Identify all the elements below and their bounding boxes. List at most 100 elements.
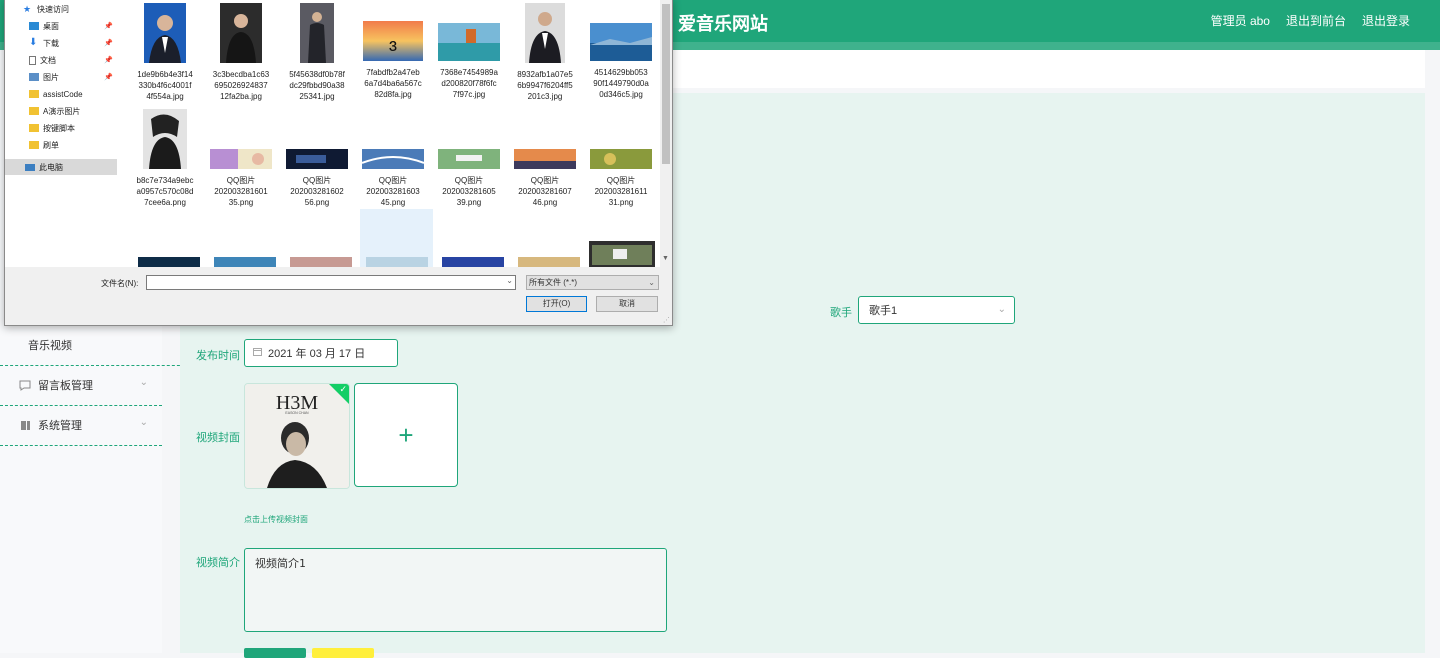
- sidebar-item-music-video[interactable]: 音乐视频: [0, 325, 190, 366]
- cover-upload-button[interactable]: +: [354, 383, 458, 487]
- nav-folder-scripts[interactable]: 按键脚本: [5, 120, 117, 136]
- file-thumbnail[interactable]: [214, 257, 276, 267]
- file-item[interactable]: QQ图片 202003281611 31.png: [583, 109, 658, 208]
- nav-label: 下载: [43, 38, 59, 48]
- cancel-button[interactable]: 取消: [596, 296, 658, 312]
- back-to-front-link[interactable]: 退出到前台: [1286, 12, 1346, 29]
- resize-grip-icon[interactable]: ⋰: [663, 316, 670, 324]
- description-textarea[interactable]: 视频简介1: [244, 548, 667, 632]
- sidebar-item-system[interactable]: 系统管理 ⌄: [0, 405, 162, 446]
- chevron-down-icon: ⌄: [139, 417, 148, 428]
- file-item[interactable]: QQ图片 202003281605 39.png: [431, 109, 507, 208]
- picture-icon: [29, 73, 39, 81]
- nav-folder-demo-images[interactable]: A演示图片: [5, 103, 117, 119]
- file-name-line: 31.png: [608, 198, 634, 207]
- release-date-input[interactable]: 2021 年 03 月 17 日: [244, 339, 398, 367]
- nav-this-pc[interactable]: 此电脑: [5, 159, 117, 175]
- nav-downloads[interactable]: ⬇ 下载 📌: [5, 35, 117, 51]
- file-item[interactable]: b8c7e734a9ebc a0957c570c08d 7cee6a.png: [127, 109, 203, 208]
- chevron-down-icon: ⌄: [139, 377, 148, 388]
- folder-icon: [29, 107, 39, 115]
- singer-select[interactable]: 歌手1 ⌄: [858, 296, 1015, 324]
- pin-icon: 📌: [104, 40, 113, 47]
- file-name-line: QQ图片: [302, 176, 332, 185]
- nav-folder-orders[interactable]: 刷单: [5, 137, 117, 153]
- file-item[interactable]: QQ图片 202003281602 56.png: [279, 109, 355, 208]
- file-type-value: 所有文件 (*.*): [529, 278, 577, 287]
- file-thumbnail[interactable]: [366, 257, 428, 267]
- folder-icon: [29, 90, 39, 98]
- file-name-line: 5f45638df0b78f: [289, 70, 345, 79]
- submit-button[interactable]: [244, 648, 306, 658]
- chevron-down-icon: ⌄: [648, 278, 655, 287]
- sidebar-item-message-board[interactable]: 留言板管理 ⌄: [0, 365, 162, 406]
- file-name-line: 202003281607: [518, 187, 572, 196]
- plus-icon: +: [398, 419, 414, 450]
- file-thumbnail: [438, 23, 500, 61]
- file-thumbnail[interactable]: [290, 257, 352, 267]
- scroll-up-icon[interactable]: ▲: [662, 0, 669, 2]
- file-name-line: a0957c570c08d: [136, 187, 194, 196]
- file-item[interactable]: 4514629bb053 90f1449790d0a 0d346c5.jpg: [583, 3, 658, 100]
- dialog-footer: 文件名(N): ⌄ 所有文件 (*.*) ⌄ 打开(O) 取消 ⋰: [5, 267, 672, 325]
- nav-desktop[interactable]: 桌面 📌: [5, 18, 117, 34]
- nav-documents[interactable]: 文档 📌: [5, 52, 117, 68]
- file-item[interactable]: QQ图片 202003281607 46.png: [507, 109, 583, 208]
- file-name-line: 202003281601: [214, 187, 268, 196]
- file-thumbnail: [525, 3, 565, 63]
- file-name-line: QQ图片: [226, 176, 256, 185]
- sidebar-item-label: 留言板管理: [38, 380, 93, 392]
- file-name-line: 3c3becdba1c63: [212, 70, 270, 79]
- file-item[interactable]: ɜ 7fabdfb2a47eb 6a7d4ba6a567c 82d8fa.jpg: [355, 3, 431, 100]
- document-icon: [29, 55, 36, 65]
- star-icon: ★: [23, 4, 32, 14]
- cancel-form-button[interactable]: [312, 648, 374, 658]
- cover-thumbnail[interactable]: H3M EASON CHAN ✓: [244, 383, 350, 489]
- release-date-value: 2021 年 03 月 17 日: [268, 348, 366, 360]
- file-thumbnail: [361, 149, 425, 169]
- file-name-line: 46.png: [532, 198, 558, 207]
- file-thumbnail: [300, 3, 334, 63]
- file-item[interactable]: 3c3becdba1c63 695026924837 12fa2ba.jpg: [203, 3, 279, 102]
- site-title: 爱音乐网站: [678, 14, 768, 34]
- file-thumbnail[interactable]: [518, 257, 580, 267]
- file-item[interactable]: 5f45638df0b78f dc29fbbd90a38 25341.jpg: [279, 3, 355, 102]
- open-button[interactable]: 打开(O): [526, 296, 587, 312]
- nav-folder-assistcode[interactable]: assistCode: [5, 86, 117, 102]
- scroll-down-icon[interactable]: ▼: [662, 255, 669, 262]
- check-icon: ✓: [339, 384, 347, 394]
- file-item[interactable]: 8932afb1a07e5 6b9947f6204ff5 201c3.jpg: [507, 3, 583, 102]
- file-item[interactable]: 7368e7454989a d200820f78f6fc 7f97c.jpg: [431, 3, 507, 100]
- folder-icon: [29, 124, 39, 132]
- computer-icon: [25, 163, 35, 171]
- file-item[interactable]: QQ图片 202003281601 35.png: [203, 109, 279, 208]
- nav-quick-access[interactable]: ★ 快速访问: [5, 1, 117, 17]
- file-name-line: 202003281605: [442, 187, 496, 196]
- chevron-down-icon[interactable]: ⌄: [506, 276, 513, 285]
- file-name-line: 35.png: [228, 198, 254, 207]
- file-list-scrollbar[interactable]: ▲ ▼: [660, 0, 672, 267]
- file-thumbnail[interactable]: [138, 257, 200, 267]
- file-name-line: 7368e7454989a: [440, 68, 498, 77]
- video-file-thumbnail[interactable]: [589, 241, 655, 267]
- nav-pictures[interactable]: 图片 📌: [5, 69, 117, 85]
- singer-value: 歌手1: [869, 305, 898, 317]
- nav-label: 刷单: [43, 140, 59, 150]
- logout-link[interactable]: 退出登录: [1362, 12, 1410, 29]
- scrollbar-thumb[interactable]: [662, 4, 670, 164]
- admin-user-link[interactable]: 管理员 abo: [1211, 12, 1270, 29]
- file-name-line: 8932afb1a07e5: [517, 70, 573, 79]
- file-item[interactable]: QQ图片 202003281603 45.png: [355, 109, 431, 208]
- file-name-line: QQ图片: [530, 176, 560, 185]
- file-name-line: 695026924837: [214, 81, 268, 90]
- file-type-select[interactable]: 所有文件 (*.*) ⌄: [526, 275, 659, 290]
- filename-input[interactable]: ⌄: [146, 275, 516, 290]
- file-item[interactable]: 1de9b6b4e3f14 330b4f6c4001f 4f554a.jpg: [127, 3, 203, 102]
- pin-icon: 📌: [104, 57, 113, 64]
- pin-icon: 📌: [104, 23, 113, 30]
- file-thumbnail: [210, 149, 272, 169]
- cover-image-subtitle: EASON CHAN: [285, 411, 309, 415]
- file-name-line: 39.png: [456, 198, 482, 207]
- pin-icon: 📌: [104, 74, 113, 81]
- file-thumbnail[interactable]: [442, 257, 504, 267]
